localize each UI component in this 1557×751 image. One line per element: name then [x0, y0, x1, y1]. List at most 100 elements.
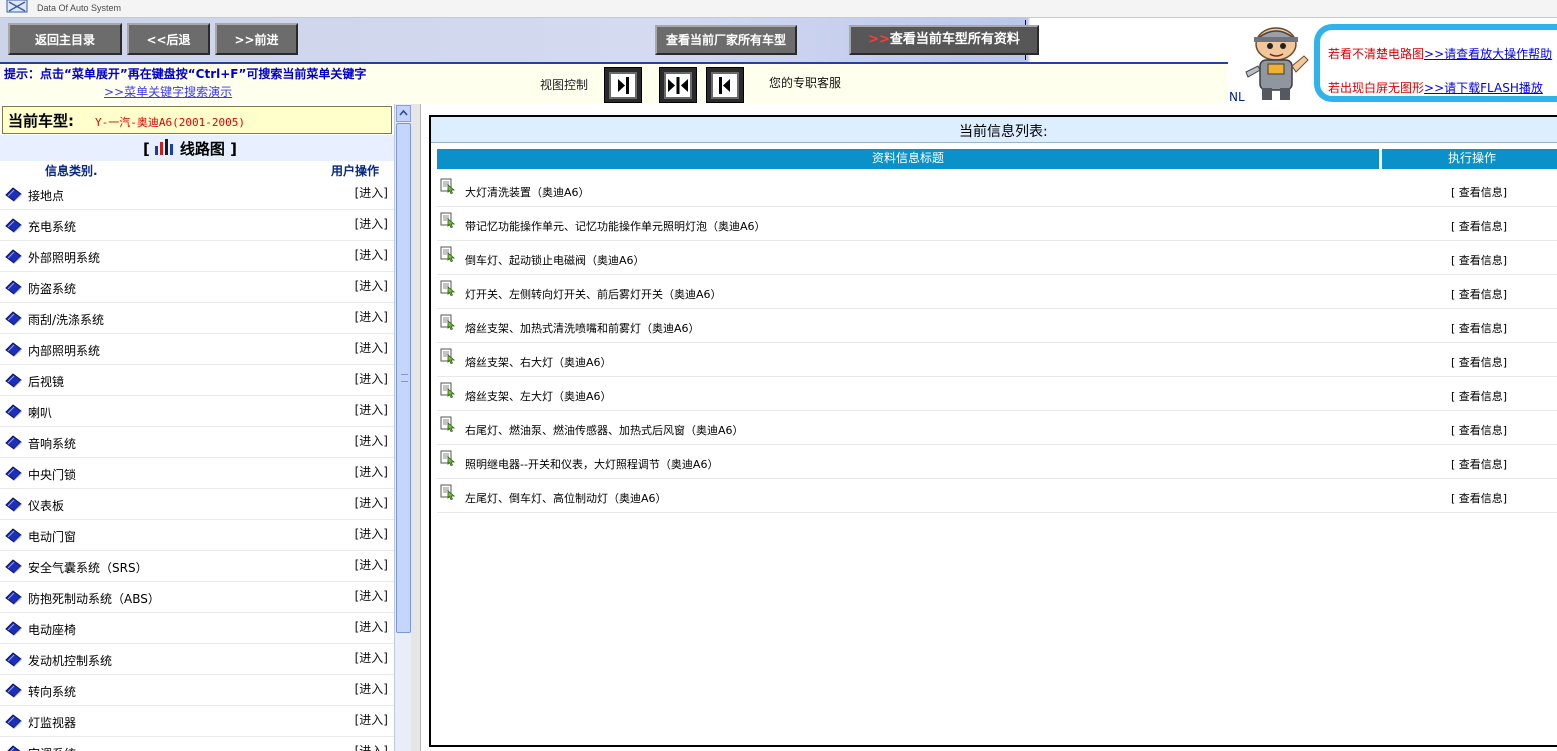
doc-title[interactable]: 倒车灯、起动锁止电磁阀（奥迪A6）	[465, 252, 645, 268]
search-demo-link[interactable]: >>菜单关键字搜索演示	[104, 83, 232, 100]
category-label[interactable]: 空调系统	[28, 745, 76, 751]
category-row: 电动门窗 [进入]	[0, 520, 394, 551]
view-split-button[interactable]	[659, 67, 697, 103]
category-label[interactable]: 喇叭	[28, 404, 52, 421]
view-info-link[interactable]: [ 查看信息]	[1451, 286, 1507, 302]
category-label[interactable]: 电动门窗	[28, 528, 76, 545]
doc-title[interactable]: 灯开关、左侧转向灯开关、前后雾灯开关（奥迪A6）	[465, 286, 722, 302]
doc-title[interactable]: 熔丝支架、右大灯（奥迪A6）	[465, 354, 612, 370]
view-info-link[interactable]: [ 查看信息]	[1451, 218, 1507, 234]
book-icon	[5, 249, 22, 264]
view-info-link[interactable]: [ 查看信息]	[1451, 320, 1507, 336]
book-icon	[5, 187, 22, 202]
category-row: 发动机控制系统 [进入]	[0, 644, 394, 675]
category-label[interactable]: 充电系统	[28, 218, 76, 235]
enter-link[interactable]: [进入]	[355, 649, 388, 666]
column-header-operation: 用户操作	[331, 164, 380, 178]
category-scrollbar[interactable]	[394, 104, 411, 751]
enter-link[interactable]: [进入]	[355, 308, 388, 325]
forward-button[interactable]: >>前进	[215, 23, 298, 55]
view-info-link[interactable]: [ 查看信息]	[1451, 456, 1507, 472]
category-row: 空调系统 [进入]	[0, 737, 394, 751]
category-row: 外部照明系统 [进入]	[0, 241, 394, 272]
chevron-up-icon	[399, 109, 408, 116]
column-header-doc-title: 资料信息标题	[437, 149, 1379, 169]
view-info-link[interactable]: [ 查看信息]	[1451, 354, 1507, 370]
category-label[interactable]: 仪表板	[28, 497, 64, 514]
enter-link[interactable]: [进入]	[355, 618, 388, 635]
view-info-link[interactable]: [ 查看信息]	[1451, 184, 1507, 200]
enter-link[interactable]: [进入]	[355, 401, 388, 418]
flash-download-link[interactable]: >>请下载FLASH播放	[1424, 81, 1543, 95]
enter-link[interactable]: [进入]	[355, 339, 388, 356]
document-pointer-icon	[440, 314, 456, 330]
doc-title[interactable]: 熔丝支架、左大灯（奥迪A6）	[465, 388, 612, 404]
doc-title[interactable]: 带记忆功能操作单元、记忆功能操作单元照明灯泡（奥迪A6）	[465, 218, 766, 234]
enter-link[interactable]: [进入]	[355, 215, 388, 232]
enter-link[interactable]: [进入]	[355, 742, 388, 751]
back-button[interactable]: <<后退	[127, 23, 210, 55]
panel-divider[interactable]	[411, 104, 421, 751]
document-pointer-icon	[440, 382, 456, 398]
category-panel: 当前车型: Y-一汽-奥迪A6(2001-2005) [ 线路图 ] 信息类别.…	[0, 104, 394, 751]
enter-link[interactable]: [进入]	[355, 711, 388, 728]
category-label[interactable]: 发动机控制系统	[28, 652, 112, 669]
enter-link[interactable]: [进入]	[355, 494, 388, 511]
doc-title[interactable]: 照明继电器--开关和仪表，大灯照程调节（奥迪A6）	[465, 456, 718, 472]
category-label[interactable]: 后视镜	[28, 373, 64, 390]
doc-title[interactable]: 右尾灯、燃油泵、燃油传感器、加热式后风窗（奥迪A6）	[465, 422, 744, 438]
home-button[interactable]: 返回主目录	[8, 23, 122, 55]
category-label[interactable]: 中央门锁	[28, 466, 76, 483]
category-label[interactable]: 内部照明系统	[28, 342, 100, 359]
enter-link[interactable]: [进入]	[355, 370, 388, 387]
arrow-left-bar-icon	[719, 77, 730, 94]
category-list: 接地点 [进入] 充电系统 [进入] 外部照明系统 [进入] 防盗系统 [进入] 雨刮/洗涤系统…	[0, 179, 394, 751]
maker-models-button[interactable]: 查看当前厂家所有车型	[655, 25, 797, 55]
category-row: 后视镜 [进入]	[0, 365, 394, 396]
view-info-link[interactable]: [ 查看信息]	[1451, 252, 1507, 268]
wiring-diagram-icon	[154, 139, 173, 155]
category-label[interactable]: 雨刮/洗涤系统	[28, 311, 104, 328]
current-model-value: Y-一汽-奥迪A6(2001-2005)	[95, 116, 245, 129]
scroll-thumb[interactable]	[396, 123, 411, 633]
book-icon	[5, 559, 22, 574]
category-label[interactable]: 灯监视器	[28, 714, 76, 731]
enter-link[interactable]: [进入]	[355, 184, 388, 201]
view-expand-left-button[interactable]	[604, 67, 642, 103]
view-expand-right-button[interactable]	[706, 67, 744, 103]
category-label[interactable]: 转向系统	[28, 683, 76, 700]
column-header-action: 执行操作	[1382, 149, 1557, 169]
category-label[interactable]: 音响系统	[28, 435, 76, 452]
category-bracket-close: ]	[230, 140, 237, 158]
book-icon	[5, 373, 22, 388]
enter-link[interactable]: [进入]	[355, 556, 388, 573]
category-label[interactable]: 电动座椅	[28, 621, 76, 638]
doc-title[interactable]: 左尾灯、倒车灯、高位制动灯（奥迪A6）	[465, 490, 667, 506]
doc-title[interactable]: 熔丝支架、加热式清洗喷嘴和前雾灯（奥迪A6）	[465, 320, 700, 336]
zoom-help-link[interactable]: >>请查看放大操作帮助	[1424, 47, 1552, 61]
enter-link[interactable]: [进入]	[355, 432, 388, 449]
category-label[interactable]: 外部照明系统	[28, 249, 100, 266]
enter-link[interactable]: [进入]	[355, 246, 388, 263]
model-docs-button[interactable]: >>查看当前车型所有资料	[849, 25, 1039, 55]
book-icon	[5, 590, 22, 605]
enter-link[interactable]: [进入]	[355, 525, 388, 542]
double-arrow-icon: >>	[868, 32, 890, 47]
enter-link[interactable]: [进入]	[355, 463, 388, 480]
category-label[interactable]: 防盗系统	[28, 280, 76, 297]
category-title-bar: [ 线路图 ]	[0, 135, 394, 161]
enter-link[interactable]: [进入]	[355, 680, 388, 697]
document-pointer-icon	[440, 212, 456, 228]
enter-link[interactable]: [进入]	[355, 277, 388, 294]
category-label[interactable]: 安全气囊系统（SRS）	[28, 559, 148, 576]
current-model-label: 当前车型:	[8, 112, 74, 130]
scroll-up-button[interactable]	[396, 105, 411, 122]
book-icon	[5, 311, 22, 326]
category-label[interactable]: 接地点	[28, 187, 64, 204]
view-info-link[interactable]: [ 查看信息]	[1451, 490, 1507, 506]
doc-title[interactable]: 大灯清洗装置（奥迪A6）	[465, 184, 590, 200]
view-info-link[interactable]: [ 查看信息]	[1451, 422, 1507, 438]
view-info-link[interactable]: [ 查看信息]	[1451, 388, 1507, 404]
enter-link[interactable]: [进入]	[355, 587, 388, 604]
category-label[interactable]: 防抱死制动系统（ABS）	[28, 590, 160, 607]
